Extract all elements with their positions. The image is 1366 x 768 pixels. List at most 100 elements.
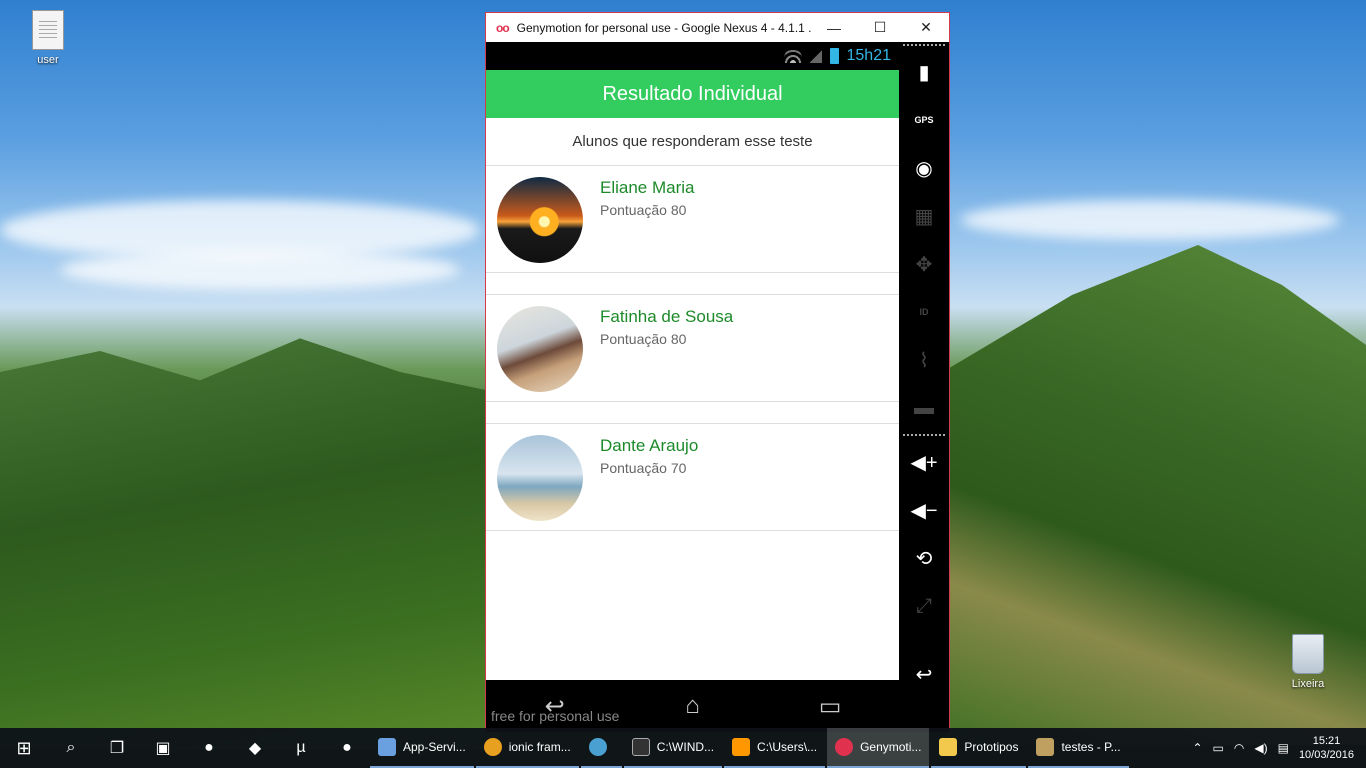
- identifiers-widget-icon[interactable]: ID: [899, 288, 949, 336]
- rotate-icon[interactable]: ⟲: [899, 534, 949, 582]
- gps-label: GPS: [914, 115, 934, 125]
- window-titlebar[interactable]: oo Genymotion for personal use - Google …: [486, 13, 949, 42]
- notification-icon[interactable]: ▤: [1278, 741, 1289, 755]
- desktop-icon-label: Lixeira: [1291, 678, 1325, 690]
- list-header: Alunos que responderam esse teste: [486, 118, 899, 166]
- taskbar-app-label: C:\WIND...: [656, 740, 715, 754]
- remote-control-widget-icon[interactable]: ✥: [899, 240, 949, 288]
- search-icon[interactable]: ⌕: [48, 728, 94, 768]
- recycle-bin-icon: [1292, 634, 1324, 674]
- desktop-icon-user[interactable]: user: [18, 10, 78, 66]
- watermark: free for personal use: [491, 708, 620, 724]
- genymotion-icon: [835, 738, 854, 756]
- clock-time: 15:21: [1312, 735, 1341, 747]
- minimize-button[interactable]: —: [811, 13, 857, 42]
- divider: [903, 434, 945, 436]
- power-icon[interactable]: ▭: [1213, 741, 1224, 755]
- screencast-widget-icon[interactable]: ▦: [899, 192, 949, 240]
- student-name: Eliane Maria: [600, 178, 695, 197]
- paint-icon: [1036, 738, 1055, 756]
- taskbar-app[interactable]: Prototipos: [931, 728, 1027, 768]
- avatar: [497, 435, 583, 521]
- postgres-icon[interactable]: ◆: [232, 728, 278, 768]
- network-widget-icon[interactable]: ⌇: [899, 336, 949, 384]
- list-header-text: Alunos que responderam esse teste: [572, 133, 813, 150]
- taskbar-app[interactable]: App-Servi...: [370, 728, 474, 768]
- avatar: [497, 177, 583, 263]
- taskbar-app-label: testes - P...: [1061, 740, 1121, 754]
- desktop-icon-recycle-bin[interactable]: Lixeira: [1278, 634, 1338, 690]
- page-title: Resultado Individual: [602, 82, 783, 105]
- student-card[interactable]: Fatinha de Sousa Pontuação 80: [486, 295, 899, 402]
- clock[interactable]: 15:21 10/03/2016: [1299, 734, 1354, 762]
- webcam-widget-icon[interactable]: ◉: [899, 144, 949, 192]
- app-icon: [588, 738, 607, 756]
- recent-apps-icon[interactable]: ▭: [810, 693, 850, 720]
- maximize-button[interactable]: ☐: [857, 13, 903, 42]
- task-view-icon[interactable]: ❐: [94, 728, 140, 768]
- wifi-icon[interactable]: ◠: [1234, 741, 1244, 755]
- id-label: ID: [919, 307, 929, 317]
- window-title: Genymotion for personal use - Google Nex…: [516, 20, 811, 35]
- utorrent-icon[interactable]: µ: [278, 728, 324, 768]
- taskbar-app[interactable]: C:\WIND...: [623, 728, 723, 768]
- student-name: Fatinha de Sousa: [600, 307, 734, 326]
- taskbar-app[interactable]: ionic fram...: [475, 728, 579, 768]
- gps-widget-icon[interactable]: GPS: [899, 96, 949, 144]
- chrome-icon: [483, 738, 502, 756]
- sms-widget-icon[interactable]: ▬: [899, 384, 949, 432]
- taskbar-app[interactable]: [580, 728, 622, 768]
- app-icon: [378, 738, 396, 756]
- cmd-icon: [631, 738, 650, 756]
- student-score: Pontuação 80: [600, 331, 687, 347]
- system-tray: ⌃ ▭ ◠ ◀) ▤ 15:21 10/03/2016: [1192, 734, 1366, 762]
- card-divider: [486, 402, 899, 424]
- taskbar-app[interactable]: testes - P...: [1028, 728, 1129, 768]
- genymotion-logo-icon: oo: [496, 20, 510, 35]
- taskbar-app[interactable]: Genymoti...: [827, 728, 930, 768]
- pixel-perfect-icon[interactable]: ⤢: [899, 582, 949, 630]
- app-content: Resultado Individual Alunos que responde…: [486, 70, 899, 680]
- taskbar-app-label: ionic fram...: [508, 740, 571, 754]
- home-icon[interactable]: ⌂: [672, 692, 712, 719]
- taskbar-app-label: Genymoti...: [860, 740, 922, 754]
- volume-down-icon[interactable]: ◀−: [899, 486, 949, 534]
- genymotion-pinned-icon[interactable]: ●: [324, 728, 370, 768]
- taskbar-app-label: App-Servi...: [403, 740, 466, 754]
- cell-signal-icon: [809, 49, 822, 63]
- back-icon[interactable]: ↩: [899, 650, 949, 698]
- taskbar-app-label: Prototipos: [964, 740, 1019, 754]
- cloud: [960, 200, 1340, 240]
- chevron-up-icon[interactable]: ⌃: [1192, 741, 1202, 755]
- volume-up-icon[interactable]: ◀+: [899, 438, 949, 486]
- battery-icon: [829, 48, 839, 64]
- volume-icon[interactable]: ◀): [1254, 741, 1267, 755]
- student-name: Dante Araujo: [600, 436, 699, 455]
- device-screen: 15h21 Resultado Individual Alunos que re…: [486, 42, 899, 732]
- taskbar-app[interactable]: C:\Users\...: [724, 728, 826, 768]
- store-icon[interactable]: ▣: [140, 728, 186, 768]
- desktop-icon-label: user: [37, 54, 59, 66]
- student-card[interactable]: Dante Araujo Pontuação 70: [486, 424, 899, 531]
- firefox-icon[interactable]: ●: [186, 728, 232, 768]
- clock-date: 10/03/2016: [1298, 749, 1354, 761]
- close-button[interactable]: ✕: [903, 13, 949, 42]
- android-nav-bar: ↩ ⌂ ▭: [486, 680, 899, 732]
- genymotion-sidebar: ▮ GPS ◉ ▦ ✥ ID ⌇ ▬ ◀+ ◀− ⟲ ⤢ ↩: [899, 42, 949, 732]
- student-card[interactable]: Eliane Maria Pontuação 80: [486, 166, 899, 273]
- battery-widget-icon[interactable]: ▮: [899, 48, 949, 96]
- student-score: Pontuação 80: [600, 202, 687, 218]
- folder-icon: [939, 738, 958, 756]
- cloud: [60, 250, 460, 290]
- sublime-icon: [732, 738, 751, 756]
- student-score: Pontuação 70: [600, 460, 687, 476]
- avatar: [497, 306, 583, 392]
- taskbar-app-label: C:\Users\...: [757, 740, 818, 754]
- desktop-wallpaper-left: [0, 338, 500, 750]
- wifi-icon: [783, 49, 802, 63]
- divider: [903, 44, 945, 46]
- windows-start-icon[interactable]: ⊞: [0, 728, 48, 768]
- card-divider: [486, 273, 899, 295]
- status-time: 15h21: [846, 47, 892, 64]
- app-title-bar: Resultado Individual: [486, 70, 899, 118]
